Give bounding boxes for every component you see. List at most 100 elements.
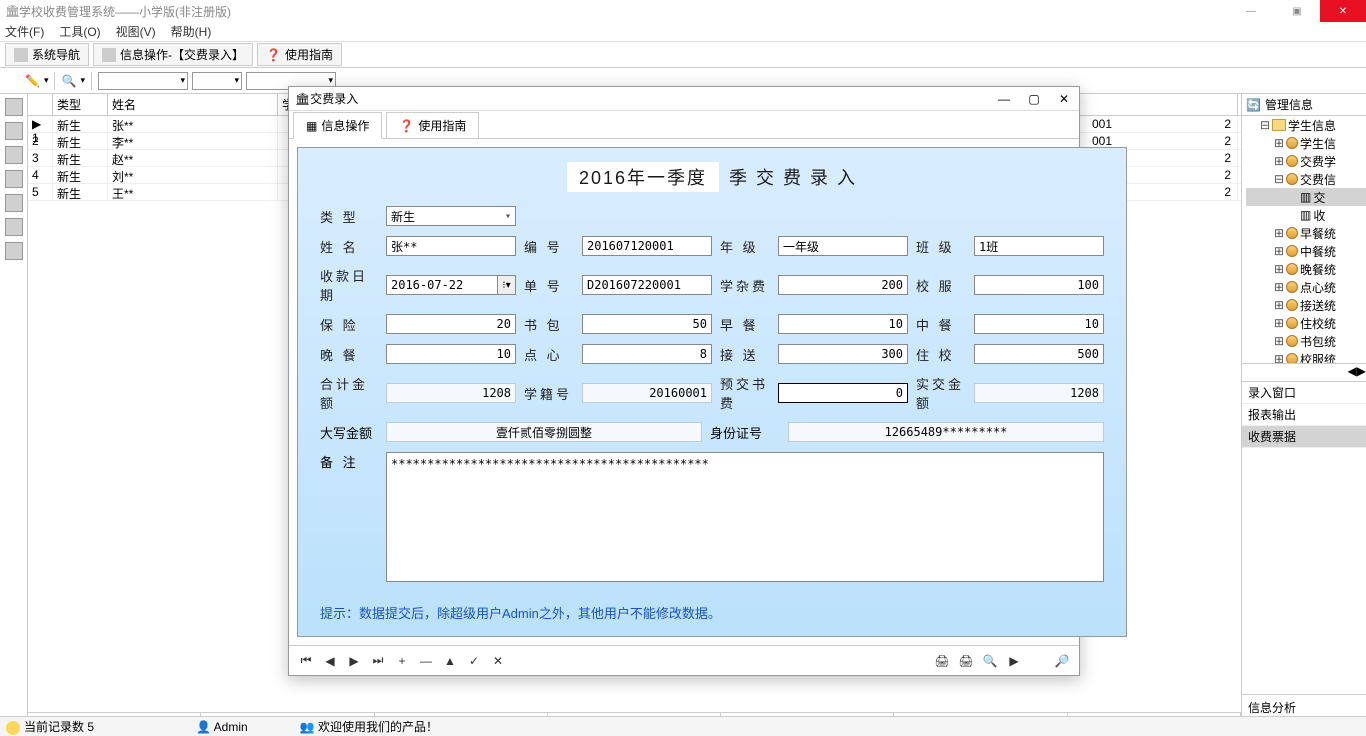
edit-icon[interactable]: ✏️: [25, 74, 40, 88]
management-tree-panel: 🔄管理信息 ⊟学生信息⊞学生信⊞交费学⊟交费信▥交▥收⊞早餐统⊞中餐统⊞晚餐统⊞…: [1241, 94, 1366, 720]
field-dinner[interactable]: 10: [386, 344, 516, 364]
left-icon-1[interactable]: [5, 98, 23, 116]
menu-help[interactable]: 帮助(H): [171, 23, 212, 40]
tree-node[interactable]: ▥交: [1246, 188, 1366, 206]
menu-file[interactable]: 文件(F): [5, 23, 44, 40]
label-prebook: 预交书费: [720, 374, 770, 412]
dialog-close-button[interactable]: ✕: [1049, 92, 1079, 106]
tree-node[interactable]: ⊟学生信息: [1246, 116, 1366, 134]
field-misc[interactable]: 200: [778, 275, 908, 295]
dialog-tool-button[interactable]: 🔍: [981, 652, 999, 670]
field-lunch[interactable]: 10: [974, 314, 1104, 334]
search-icon[interactable]: 🔍: [61, 74, 76, 88]
dialog-nav-button[interactable]: ⏭: [369, 652, 387, 670]
tree-node[interactable]: ⊞晚餐统: [1246, 260, 1366, 278]
field-stuno: 20160001: [582, 383, 712, 403]
dialog-max-button[interactable]: ▢: [1019, 92, 1049, 106]
scroll-right-icon[interactable]: ▶: [1357, 364, 1366, 381]
label-name: 姓 名: [320, 237, 378, 256]
field-code[interactable]: 201607120001: [582, 236, 712, 256]
tree-node[interactable]: ⊞早餐统: [1246, 224, 1366, 242]
scroll-left-icon[interactable]: ◀: [1348, 364, 1357, 381]
col-name[interactable]: 姓名: [108, 94, 278, 115]
field-name[interactable]: 张**: [386, 236, 516, 256]
window-close-button[interactable]: ✕: [1320, 0, 1366, 22]
tree-node[interactable]: ⊞校服统: [1246, 350, 1366, 363]
tree-node[interactable]: ⊞交费学: [1246, 152, 1366, 170]
status-icon: [6, 721, 20, 735]
field-remark[interactable]: [386, 452, 1104, 582]
label-upper: 大写金额: [320, 423, 378, 442]
dialog-tool-button[interactable]: [1029, 652, 1047, 670]
management-tree[interactable]: ⊟学生信息⊞学生信⊞交费学⊟交费信▥交▥收⊞早餐统⊞中餐统⊞晚餐统⊞点心统⊞接送…: [1242, 116, 1366, 363]
dialog-tab-info-op[interactable]: ▦信息操作: [293, 112, 382, 139]
field-grade[interactable]: 一年级: [778, 236, 908, 256]
view-option[interactable]: 报表输出: [1242, 404, 1366, 426]
payment-entry-dialog: 🏛 交费录入 — ▢ ✕ ▦信息操作 ❓使用指南 2016年一季度 季 交 费 …: [288, 86, 1080, 676]
field-pickup[interactable]: 300: [778, 344, 908, 364]
dialog-tool-button[interactable]: 🖨: [933, 652, 951, 670]
tree-node[interactable]: ⊞学生信: [1246, 134, 1366, 152]
user-icon: 👤: [196, 720, 211, 734]
tree-node[interactable]: ▥收: [1246, 206, 1366, 224]
dialog-nav-button[interactable]: +: [393, 652, 411, 670]
field-snack[interactable]: 8: [582, 344, 712, 364]
left-icon-6[interactable]: [5, 218, 23, 236]
menu-view[interactable]: 视图(V): [116, 23, 156, 40]
tree-node[interactable]: ⊟交费信: [1246, 170, 1366, 188]
refresh-icon[interactable]: 🔄: [1246, 98, 1261, 112]
dialog-nav-button[interactable]: ⏮: [297, 652, 315, 670]
window-max-button[interactable]: ▣: [1274, 0, 1320, 22]
filter-op[interactable]: ▾: [192, 72, 242, 90]
tree-node[interactable]: ⊞书包统: [1246, 332, 1366, 350]
label-class: 班 级: [916, 237, 966, 256]
dialog-nav-button[interactable]: ▶: [345, 652, 363, 670]
field-insurance[interactable]: 20: [386, 314, 516, 334]
field-breakfast[interactable]: 10: [778, 314, 908, 334]
tree-node[interactable]: ⊞住校统: [1246, 314, 1366, 332]
view-option[interactable]: 录入窗口: [1242, 382, 1366, 404]
dialog-tool-button[interactable]: 🖨: [957, 652, 975, 670]
dialog-nav-button[interactable]: ◀: [321, 652, 339, 670]
left-icon-3[interactable]: [5, 146, 23, 164]
tree-node[interactable]: ⊞中餐统: [1246, 242, 1366, 260]
left-icon-7[interactable]: [5, 242, 23, 260]
dialog-tab-guide[interactable]: ❓使用指南: [386, 112, 479, 138]
view-option[interactable]: 收费票据: [1242, 426, 1366, 448]
field-board[interactable]: 500: [974, 344, 1104, 364]
field-bag[interactable]: 50: [582, 314, 712, 334]
tab-info-op[interactable]: 信息操作-【交费录入】: [93, 43, 253, 66]
dialog-nav-button[interactable]: —: [417, 652, 435, 670]
tree-node[interactable]: ⊞接送统: [1246, 296, 1366, 314]
dialog-tool-button[interactable]: ▶: [1005, 652, 1023, 670]
tree-node[interactable]: ⊞点心统: [1246, 278, 1366, 296]
dialog-min-button[interactable]: —: [989, 92, 1019, 106]
window-min-button[interactable]: —: [1228, 0, 1274, 22]
label-stuno: 学籍号: [524, 384, 574, 403]
dialog-tool-button[interactable]: 🔎: [1053, 652, 1071, 670]
dialog-nav-button[interactable]: ✓: [465, 652, 483, 670]
tab-system-nav[interactable]: 系统导航: [5, 43, 89, 66]
field-billno[interactable]: D201607220001: [582, 275, 712, 295]
tab-usage-guide[interactable]: ❓使用指南: [257, 43, 342, 66]
field-prebook[interactable]: 0: [778, 383, 908, 403]
menu-tools[interactable]: 工具(O): [59, 23, 100, 40]
col-type[interactable]: 类型: [53, 94, 108, 115]
dialog-nav-button[interactable]: ✕: [489, 652, 507, 670]
window-titlebar: 🏛 学校收费管理系统——小学版(非注册版) — ▣ ✕: [0, 0, 1366, 22]
dialog-nav-button[interactable]: ▲: [441, 652, 459, 670]
left-icon-2[interactable]: [5, 122, 23, 140]
left-icon-4[interactable]: [5, 170, 23, 188]
label-dinner: 晚 餐: [320, 345, 378, 364]
field-date[interactable]: 2016-07-22: [386, 275, 498, 295]
field-type[interactable]: 新生: [386, 206, 516, 226]
date-picker-button[interactable]: ⁝▾: [498, 275, 516, 295]
field-uniform[interactable]: 100: [974, 275, 1104, 295]
field-class[interactable]: 1班: [974, 236, 1104, 256]
filter-field-1[interactable]: ▾: [98, 72, 188, 90]
menu-bar: 文件(F) 工具(O) 视图(V) 帮助(H): [0, 22, 1366, 42]
help-icon: ❓: [399, 119, 414, 133]
label-board: 住 校: [916, 345, 966, 364]
label-snack: 点 心: [524, 345, 574, 364]
left-icon-5[interactable]: [5, 194, 23, 212]
